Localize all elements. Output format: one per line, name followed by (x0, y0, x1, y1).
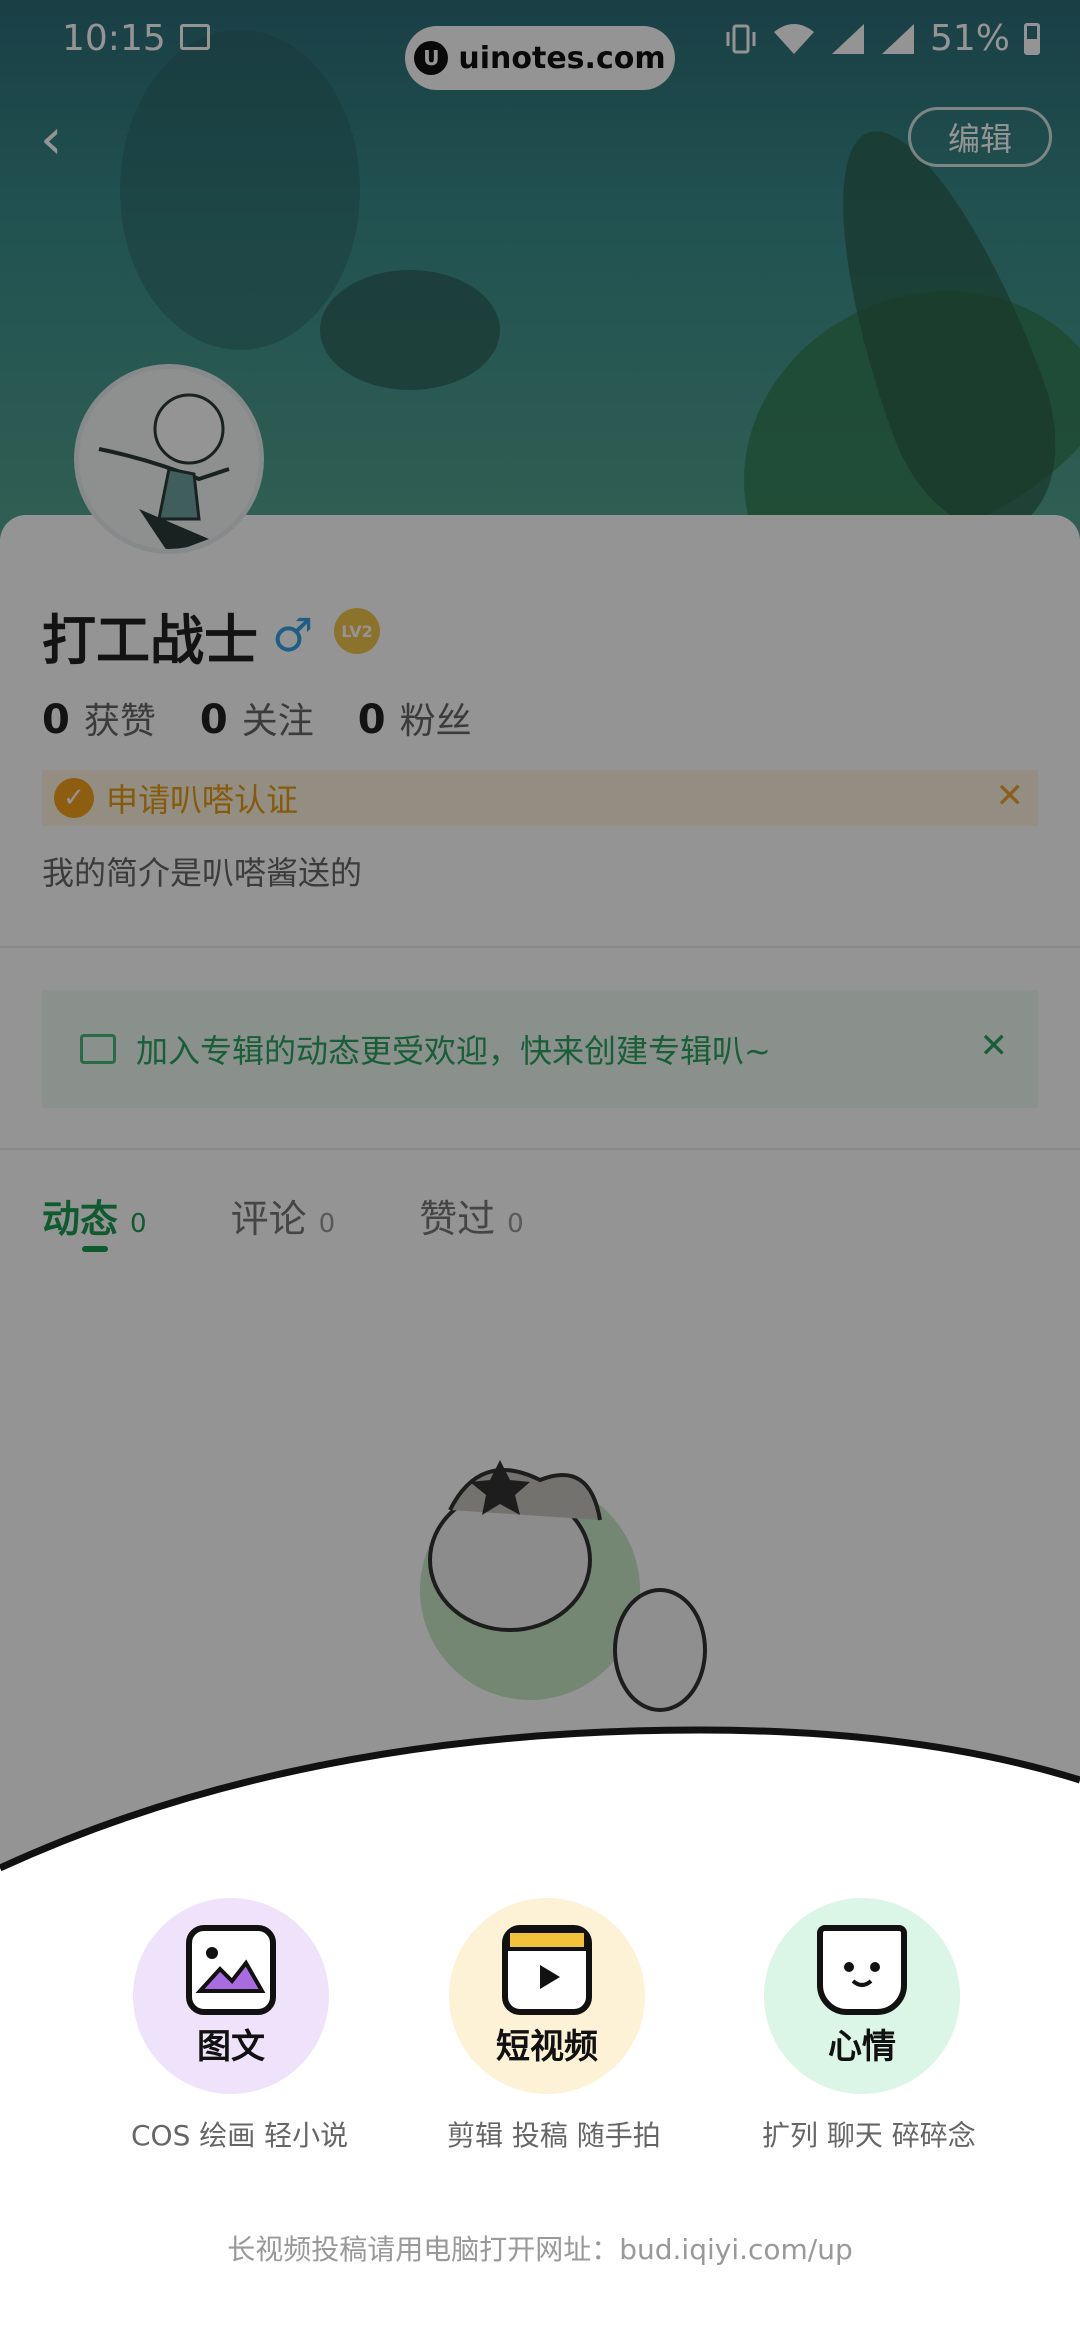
video-clapper-icon (502, 1924, 592, 2015)
option-subtitle: COS 绘画 轻小说 (131, 2119, 349, 2152)
image-text-icon (186, 1924, 276, 2015)
option-subtitle: 剪辑 投稿 随手拍 (447, 2119, 661, 2152)
option-title: 短视频 (496, 2026, 598, 2067)
publish-option-short-video[interactable]: 短视频 剪辑 投稿 随手拍 (447, 1898, 661, 2154)
publish-option-mood[interactable]: 心情 扩列 聊天 碎碎念 (762, 1898, 976, 2154)
publish-option-image-text[interactable]: 图文 COS 绘画 轻小说 (131, 1898, 349, 2154)
option-title: 心情 (828, 2026, 896, 2067)
option-title: 图文 (197, 2026, 265, 2067)
option-subtitle: 扩列 聊天 碎碎念 (762, 2119, 976, 2152)
long-video-hint: 长视频投稿请用电脑打开网址：bud.iqiyi.com/up (227, 2233, 853, 2266)
coffee-cup-icon (817, 1924, 907, 2015)
